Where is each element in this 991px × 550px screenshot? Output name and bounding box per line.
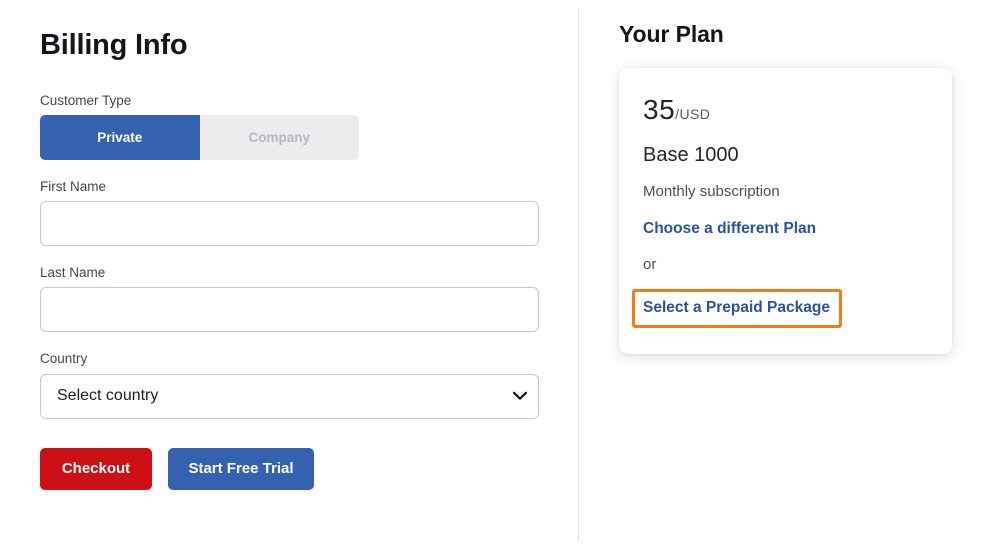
- country-field: Country Select country: [40, 351, 578, 419]
- country-select-wrapper: Select country: [40, 373, 539, 419]
- choose-different-plan-link[interactable]: Choose a different Plan: [643, 220, 816, 237]
- first-name-field: First Name: [40, 179, 578, 247]
- first-name-input[interactable]: [40, 201, 539, 247]
- start-free-trial-button[interactable]: Start Free Trial: [168, 447, 314, 490]
- page-title: Billing Info: [40, 29, 188, 61]
- country-label: Country: [40, 351, 88, 367]
- plan-period: Monthly subscription: [643, 183, 780, 201]
- plan-price: 35/USD: [643, 96, 928, 124]
- select-prepaid-package-link[interactable]: Select a Prepaid Package: [643, 299, 830, 316]
- plan-name: Base 1000: [643, 144, 739, 167]
- customer-type-toggle[interactable]: Private Company: [40, 115, 359, 161]
- prepaid-package-highlight: Select a Prepaid Package: [632, 289, 842, 329]
- form-actions: Checkout Start Free Trial: [40, 447, 578, 490]
- first-name-label: First Name: [40, 179, 107, 195]
- last-name-field: Last Name: [40, 265, 578, 333]
- plan-or-separator: or: [643, 255, 657, 273]
- customer-type-field: Customer Type Private Company: [40, 92, 578, 161]
- customer-type-option-private[interactable]: Private: [40, 115, 200, 161]
- checkout-page: Billing Info Customer Type Private Compa…: [0, 0, 991, 550]
- customer-type-option-company[interactable]: Company: [199, 115, 359, 161]
- last-name-input[interactable]: [40, 287, 539, 333]
- plan-price-amount: 35: [643, 94, 676, 126]
- country-select[interactable]: Select country: [40, 373, 539, 419]
- plan-section: Your Plan 35/USD Base 1000 Monthly subsc…: [578, 0, 991, 550]
- billing-form-section: Billing Info Customer Type Private Compa…: [0, 0, 578, 550]
- country-select-value: Select country: [57, 387, 159, 405]
- customer-type-label: Customer Type: [40, 92, 132, 108]
- plan-price-currency: /USD: [675, 106, 711, 123]
- plan-section-title: Your Plan: [619, 21, 724, 47]
- plan-card: 35/USD Base 1000 Monthly subscription Ch…: [619, 68, 952, 355]
- last-name-label: Last Name: [40, 265, 106, 281]
- checkout-button[interactable]: Checkout: [40, 447, 152, 490]
